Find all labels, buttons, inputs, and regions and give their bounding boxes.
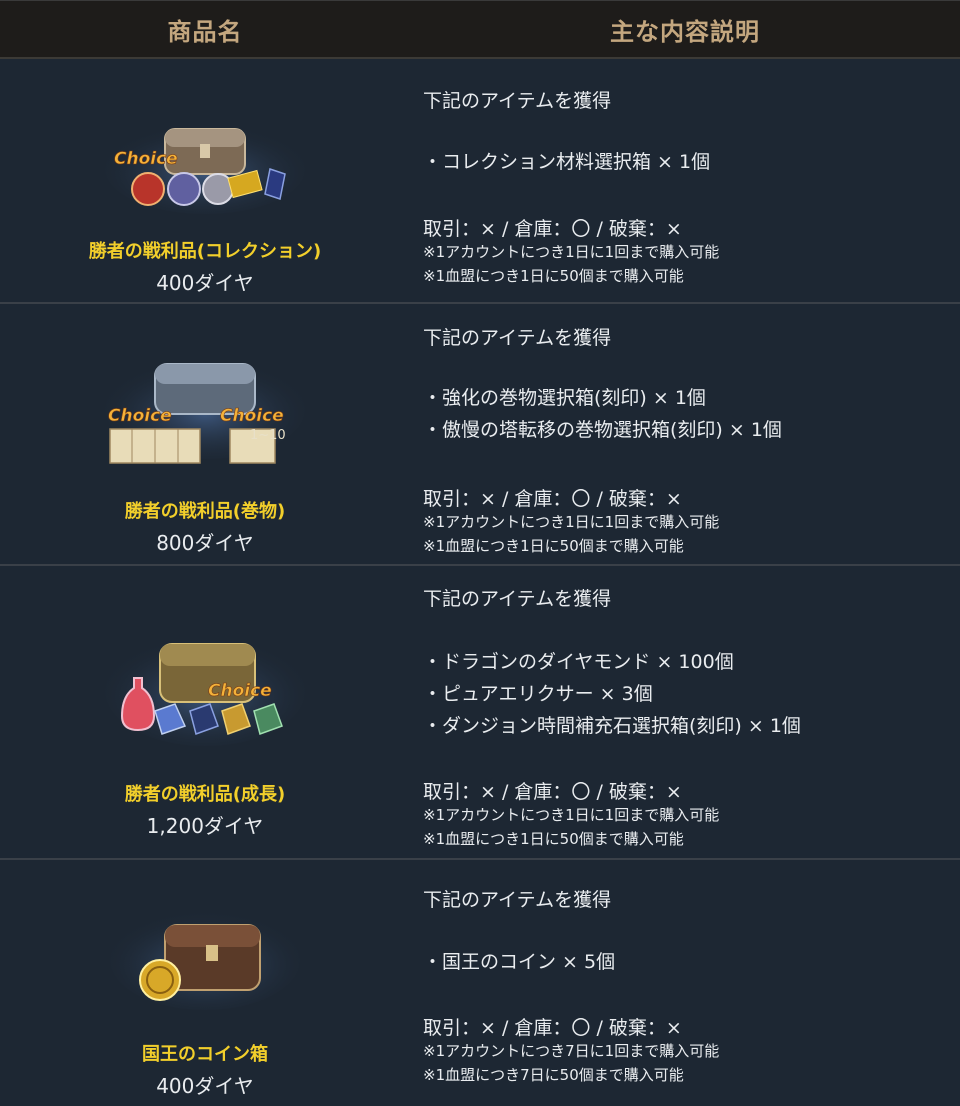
list-item: ・ピュアエリクサー × 3個: [423, 683, 653, 705]
product-name: 勝者の戦利品(成長): [124, 784, 286, 805]
product-price: 400ダイヤ: [156, 1074, 254, 1098]
item-list: ・国王のコイン × 5個: [423, 946, 615, 978]
product-row-collection: Choice 勝者の戦利品(コレクション) 400ダイヤ 下記のアイテムを獲得 …: [0, 59, 960, 304]
purchase-limit-notes: ※1アカウントにつき1日に1回まで購入可能 ※1血盟につき1日に50個まで購入可…: [423, 803, 719, 851]
range-badge-text: 1~10: [250, 428, 286, 443]
note-line: ※1血盟につき1日に50個まで購入可能: [423, 537, 684, 555]
list-item: ・ダンジョン時間補充石選択箱(刻印) × 1個: [423, 715, 801, 737]
description-cell: 下記のアイテムを獲得 ・国王のコイン × 5個 取引：× / 倉庫：〇 / 破棄…: [410, 860, 960, 1106]
note-line: ※1血盟につき1日に50個まで購入可能: [423, 830, 684, 848]
choice-badge-text: Choice: [108, 406, 172, 426]
list-item: ・コレクション材料選択箱 × 1個: [423, 151, 711, 173]
product-name: 勝者の戦利品(コレクション): [88, 241, 322, 262]
note-line: ※1アカウントにつき1日に1回まで購入可能: [423, 513, 720, 531]
description-heading: 下記のアイテムを獲得: [423, 588, 612, 610]
list-item: ・ドラゴンのダイヤモンド × 100個: [423, 651, 734, 673]
item-list: ・強化の巻物選択箱(刻印) × 1個 ・傲慢の塔転移の巻物選択箱(刻印) × 1…: [423, 382, 782, 446]
product-cell: Choice 勝者の戦利品(成長) 1,200ダイヤ: [0, 566, 410, 858]
description-cell: 下記のアイテムを獲得 ・コレクション材料選択箱 × 1個 取引：× / 倉庫：〇…: [410, 59, 960, 302]
product-name: 国王のコイン箱: [142, 1044, 268, 1065]
choice-badge-text: Choice: [220, 406, 284, 426]
header-product-name: 商品名: [167, 17, 243, 46]
product-row-growth: Choice 勝者の戦利品(成長) 1,200ダイヤ 下記のアイテムを獲得 ・ド…: [0, 566, 960, 860]
scroll-chest-icon: Choice Choice 1~10: [100, 349, 310, 469]
choice-badge-text: Choice: [208, 681, 272, 701]
item-list: ・ドラゴンのダイヤモンド × 100個 ・ピュアエリクサー × 3個 ・ダンジョ…: [423, 646, 801, 742]
header-description: 主な内容説明: [610, 17, 760, 46]
note-line: ※1アカウントにつき1日に1回まで購入可能: [423, 243, 720, 261]
product-name: 勝者の戦利品(巻物): [124, 501, 286, 522]
description-heading: 下記のアイテムを獲得: [423, 90, 612, 112]
purchase-limit-notes: ※1アカウントにつき1日に1回まで購入可能 ※1血盟につき1日に50個まで購入可…: [423, 240, 719, 288]
note-line: ※1血盟につき7日に50個まで購入可能: [423, 1066, 684, 1084]
king-coin-chest-icon: [100, 905, 310, 1015]
list-item: ・強化の巻物選択箱(刻印) × 1個: [423, 387, 706, 409]
product-price: 800ダイヤ: [156, 531, 254, 555]
note-line: ※1アカウントにつき1日に1回まで購入可能: [423, 806, 720, 824]
product-cell: 国王のコイン箱 400ダイヤ: [0, 860, 410, 1106]
note-line: ※1血盟につき1日に50個まで購入可能: [423, 267, 684, 285]
description-heading: 下記のアイテムを獲得: [423, 889, 612, 911]
description-cell: 下記のアイテムを獲得 ・ドラゴンのダイヤモンド × 100個 ・ピュアエリクサー…: [410, 566, 960, 858]
trade-rules: 取引：× / 倉庫：〇 / 破棄：×: [423, 218, 682, 240]
product-cell: Choice Choice 1~10 勝者の戦利品(巻物) 800ダイヤ: [0, 304, 410, 564]
purchase-limit-notes: ※1アカウントにつき1日に1回まで購入可能 ※1血盟につき1日に50個まで購入可…: [423, 510, 719, 558]
item-list: ・コレクション材料選択箱 × 1個: [423, 146, 710, 178]
trade-rules: 取引：× / 倉庫：〇 / 破棄：×: [423, 488, 682, 510]
growth-chest-icon: Choice: [100, 626, 310, 756]
product-row-scroll: Choice Choice 1~10 勝者の戦利品(巻物) 800ダイヤ 下記の…: [0, 304, 960, 566]
product-table: 商品名 主な内容説明 Choice 勝者の戦利品(コレクション) 400ダイヤ …: [0, 0, 960, 1106]
product-price: 400ダイヤ: [156, 271, 254, 295]
product-row-king-coin: 国王のコイン箱 400ダイヤ 下記のアイテムを獲得 ・国王のコイン × 5個 取…: [0, 860, 960, 1106]
trade-rules: 取引：× / 倉庫：〇 / 破棄：×: [423, 1017, 682, 1039]
note-line: ※1アカウントにつき7日に1回まで購入可能: [423, 1042, 720, 1060]
collection-chest-icon: Choice: [100, 114, 310, 214]
description-cell: 下記のアイテムを獲得 ・強化の巻物選択箱(刻印) × 1個 ・傲慢の塔転移の巻物…: [410, 304, 960, 564]
list-item: ・傲慢の塔転移の巻物選択箱(刻印) × 1個: [423, 419, 782, 441]
table-header: 商品名 主な内容説明: [0, 1, 960, 59]
purchase-limit-notes: ※1アカウントにつき7日に1回まで購入可能 ※1血盟につき7日に50個まで購入可…: [423, 1039, 719, 1087]
choice-badge-text: Choice: [114, 149, 178, 169]
product-price: 1,200ダイヤ: [146, 814, 264, 838]
list-item: ・国王のコイン × 5個: [423, 951, 616, 973]
trade-rules: 取引：× / 倉庫：〇 / 破棄：×: [423, 781, 682, 803]
description-heading: 下記のアイテムを獲得: [423, 327, 612, 349]
product-cell: Choice 勝者の戦利品(コレクション) 400ダイヤ: [0, 59, 410, 302]
